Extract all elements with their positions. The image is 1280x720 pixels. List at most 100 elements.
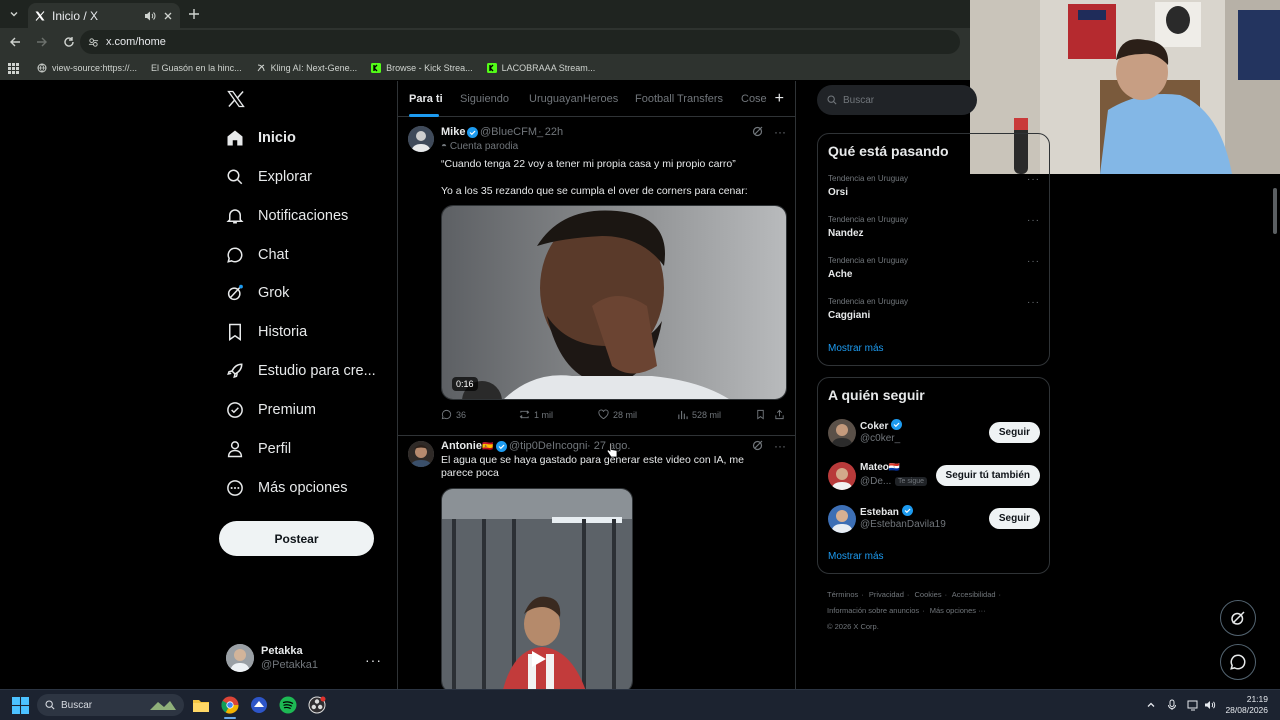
scrollbar-thumb[interactable] xyxy=(1273,188,1277,234)
follow-suggestion[interactable]: Esteban @EstebanDavila19 Seguir xyxy=(828,504,1040,536)
tweet[interactable]: Mike @BlueCFM_ · 22h ··· ◓ Cuenta parodi… xyxy=(398,118,795,436)
bookmark-item[interactable]: view-source:https://... xyxy=(37,63,137,73)
tab-search-button[interactable] xyxy=(4,4,24,24)
browser-tab[interactable]: Inicio / X xyxy=(28,3,180,28)
account-switcher[interactable]: Petakka @Petakka1 ··· xyxy=(226,642,386,676)
tab-siguiendo[interactable]: Siguiendo xyxy=(460,93,509,105)
more-icon[interactable]: ··· xyxy=(1027,297,1040,308)
follow-button[interactable]: Seguir xyxy=(988,508,1040,529)
search-input[interactable]: Buscar xyxy=(817,85,977,115)
footer-link-cookies[interactable]: Cookies xyxy=(914,590,941,599)
network-icon[interactable] xyxy=(1186,698,1200,712)
nav-item-grok[interactable]: Grok xyxy=(218,277,289,309)
footer-link-privacy[interactable]: Privacidad xyxy=(869,590,904,599)
address-bar[interactable]: x.com/home xyxy=(80,30,960,54)
bookmark-item[interactable]: El Guasón en la hinc... xyxy=(151,63,242,73)
nav-item-estudio[interactable]: Estudio para cre... xyxy=(218,355,376,387)
apps-grid-icon[interactable] xyxy=(8,62,19,74)
bookmark-item[interactable]: LACOBRAAA Stream... xyxy=(486,63,595,73)
tweet-author-name[interactable]: Antonie🇪🇸 xyxy=(441,440,493,452)
tweet-author-handle[interactable]: @BlueCFM_ xyxy=(480,126,543,138)
footer-link-ads-info[interactable]: Información sobre anuncios xyxy=(827,606,919,615)
like-button[interactable]: 28 mil xyxy=(598,409,637,420)
nav-item-perfil[interactable]: Perfil xyxy=(218,433,291,465)
trend-item[interactable]: Tendencia en Uruguay Orsi ··· xyxy=(828,174,1040,198)
trend-item[interactable]: Tendencia en Uruguay Ache ··· xyxy=(828,256,1040,280)
footer-link-terms[interactable]: Términos xyxy=(827,590,858,599)
avatar[interactable] xyxy=(408,441,434,467)
nav-item-inicio[interactable]: Inicio xyxy=(218,122,296,154)
grok-icon[interactable] xyxy=(752,439,764,451)
tweet-video[interactable]: 0:16 xyxy=(441,205,787,400)
more-icon[interactable]: ··· xyxy=(1027,215,1040,226)
site-info-icon[interactable] xyxy=(88,37,99,48)
nav-item-notificaciones[interactable]: Notificaciones xyxy=(218,200,348,232)
tab-cose[interactable]: Cose xyxy=(741,93,767,105)
reload-button[interactable] xyxy=(57,30,81,54)
nav-item-historia[interactable]: Historia xyxy=(218,316,307,348)
post-button[interactable]: Postear xyxy=(219,521,374,556)
footer-link-more[interactable]: Más opciones ··· xyxy=(930,606,986,615)
trends-show-more-link[interactable]: Mostrar más xyxy=(828,343,884,354)
more-icon[interactable]: ··· xyxy=(365,652,382,668)
tweet-author-name[interactable]: Mike xyxy=(441,126,465,138)
follow-show-more-link[interactable]: Mostrar más xyxy=(828,551,884,562)
nav-item-chat[interactable]: Chat xyxy=(218,239,289,271)
play-icon[interactable] xyxy=(528,649,548,669)
grok-fab-button[interactable] xyxy=(1220,600,1256,636)
tab-football-transfers[interactable]: Football Transfers xyxy=(635,93,723,105)
tweet-time[interactable]: · 22h xyxy=(538,126,563,138)
bookmark-item[interactable]: Browse - Kick Strea... xyxy=(371,63,473,73)
forward-button[interactable] xyxy=(30,30,54,54)
trend-item[interactable]: Tendencia en Uruguay Nandez ··· xyxy=(828,215,1040,239)
nav-item-explorar[interactable]: Explorar xyxy=(218,161,312,193)
new-tab-icon[interactable] xyxy=(186,6,202,22)
avatar[interactable] xyxy=(408,126,434,152)
avatar[interactable] xyxy=(828,419,856,447)
app-icon[interactable] xyxy=(249,695,269,715)
repost-button[interactable]: 1 mil xyxy=(519,409,553,420)
spotify-icon[interactable] xyxy=(278,695,298,715)
grok-icon[interactable] xyxy=(752,125,764,137)
footer-link-accessibility[interactable]: Accesibilidad xyxy=(952,590,996,599)
obs-icon[interactable] xyxy=(307,695,327,715)
tweet-video[interactable] xyxy=(441,488,633,689)
reply-button[interactable]: 36 xyxy=(441,409,466,420)
system-clock[interactable]: 21:19 28/08/2026 xyxy=(1225,694,1268,716)
page-scrollbar[interactable] xyxy=(1270,174,1280,689)
tweet-author-handle[interactable]: @tip0DeIncogni xyxy=(509,440,587,452)
tweet[interactable]: Antonie🇪🇸 @tip0DeIncogni · 27 ago. ··· E… xyxy=(398,437,795,689)
views-button[interactable]: 528 mil xyxy=(677,409,721,420)
messages-fab-button[interactable] xyxy=(1220,644,1256,680)
x-logo-icon[interactable] xyxy=(226,89,246,109)
more-icon[interactable]: ··· xyxy=(774,439,786,453)
bookmark-item[interactable]: Kling AI: Next-Gene... xyxy=(256,63,357,73)
more-icon[interactable]: ··· xyxy=(1027,174,1040,185)
trend-item[interactable]: Tendencia en Uruguay Caggiani ··· xyxy=(828,297,1040,321)
avatar[interactable] xyxy=(828,462,856,490)
follow-suggestion[interactable]: Coker @c0ker_ Seguir xyxy=(828,418,1040,450)
nav-item-premium[interactable]: Premium xyxy=(218,394,316,426)
taskbar-search-input[interactable]: Buscar xyxy=(37,694,184,716)
speaker-icon[interactable] xyxy=(144,10,156,22)
follow-back-button[interactable]: Seguir tú también xyxy=(935,465,1040,486)
windows-start-icon[interactable] xyxy=(12,697,29,714)
more-icon[interactable]: ··· xyxy=(1027,256,1040,267)
follow-button[interactable]: Seguir xyxy=(988,422,1040,443)
share-button[interactable] xyxy=(774,409,785,420)
avatar[interactable] xyxy=(828,505,856,533)
volume-icon[interactable] xyxy=(1203,698,1217,712)
back-button[interactable] xyxy=(3,30,27,54)
add-tab-icon[interactable]: + xyxy=(775,90,784,108)
follow-suggestion[interactable]: Mateo🇵🇾 @De... Te sigue Seguir tú tambié… xyxy=(828,461,1040,493)
tab-para-ti[interactable]: Para ti xyxy=(409,93,443,105)
chevron-up-icon[interactable] xyxy=(1144,698,1158,712)
bookmark-button[interactable] xyxy=(755,409,766,420)
close-icon[interactable] xyxy=(162,10,174,22)
nav-item-mas-opciones[interactable]: Más opciones xyxy=(218,472,347,504)
microphone-icon[interactable] xyxy=(1165,698,1179,712)
tab-uruguayanheroes[interactable]: UruguayanHeroes xyxy=(529,93,618,105)
chrome-icon[interactable] xyxy=(220,695,240,715)
file-explorer-icon[interactable] xyxy=(191,695,211,715)
more-icon[interactable]: ··· xyxy=(774,125,786,139)
